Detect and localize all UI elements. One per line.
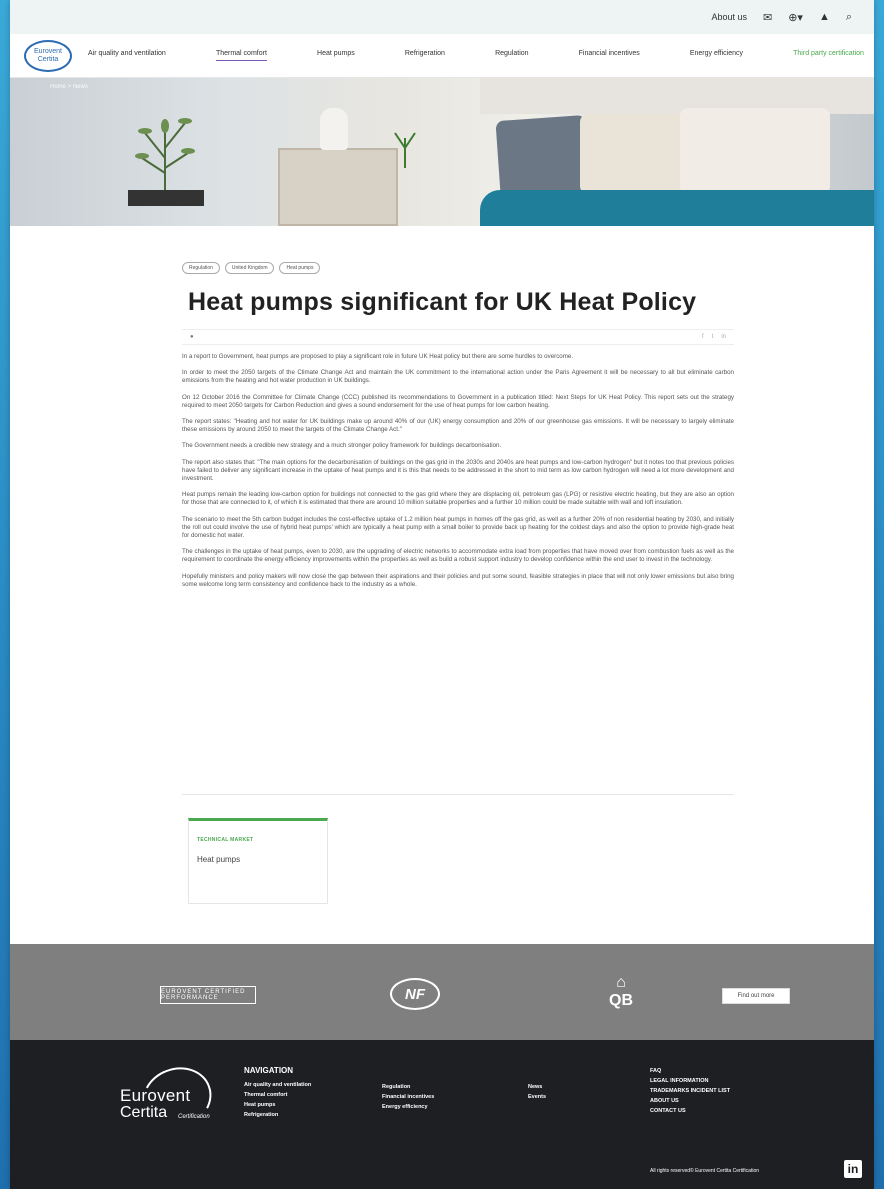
hero-nightstand (278, 148, 398, 226)
nav-item-air-quality[interactable]: Air quality and ventilation (88, 50, 166, 61)
footer-nav-col-3: News Events (528, 1082, 546, 1102)
article-paragraph: In order to meet the 2050 targets of the… (182, 369, 734, 385)
hero-banner: Home > News (10, 78, 874, 226)
main-nav: Eurovent Certita Air quality and ventila… (10, 34, 874, 78)
nav-item-thermal-comfort[interactable]: Thermal comfort (215, 50, 267, 61)
copyright-text: All rights reserved© Eurovent Certita Ce… (650, 1168, 760, 1174)
footer-link[interactable]: TRADEMARKS INCIDENT LIST (650, 1086, 730, 1096)
nav-item-regulation[interactable]: Regulation (495, 50, 528, 61)
nav-item-financial-incentives[interactable]: Financial incentives (579, 50, 640, 61)
footer-link[interactable]: Thermal comfort (244, 1090, 311, 1100)
hero-plant (135, 118, 195, 198)
about-us-link[interactable]: About us (711, 12, 747, 22)
share-icons: f t in (702, 334, 726, 340)
qb-logo: ⌂ QB (606, 974, 636, 1010)
utility-bar: About us ✉ ⊕▾ ▲ ⌕ (10, 0, 874, 34)
footer-link[interactable]: Energy efficiency (382, 1102, 434, 1112)
tag-list: Regulation United Kingdom Heat pumps (182, 262, 734, 274)
article-paragraph: The report states: "Heating and hot wate… (182, 418, 734, 434)
article-paragraph: In a report to Government, heat pumps ar… (182, 353, 574, 360)
linkedin-icon[interactable]: in (844, 1160, 862, 1178)
eurovent-certified-logo: EUROVENT CERTIFIED PERFORMANCE (160, 986, 256, 1004)
linkedin-share-icon[interactable]: in (721, 334, 726, 340)
certification-logos: EUROVENT CERTIFIED PERFORMANCE NF ⌂ QB F… (10, 944, 874, 1040)
nav-item-refrigeration[interactable]: Refrigeration (405, 50, 445, 61)
article-paragraph: On 12 October 2016 the Committee for Cli… (182, 393, 734, 409)
user-icon[interactable]: ▲ (819, 11, 830, 23)
find-out-more-button[interactable]: Find out more (722, 988, 790, 1004)
tag-united-kingdom[interactable]: United Kingdom (224, 262, 275, 274)
article-paragraph: Heat pumps remain the leading low-carbon… (182, 491, 734, 507)
footer-link[interactable]: Heat pumps (244, 1100, 311, 1110)
footer-logo-tag: Certification (178, 1114, 210, 1120)
mail-icon[interactable]: ✉ (763, 11, 772, 24)
technical-market-card[interactable]: TECHNICAL MARKET Heat pumps (188, 818, 328, 904)
article-date: ● (190, 334, 194, 340)
footer-link[interactable]: Air quality and ventilation (244, 1080, 311, 1090)
footer-nav-col-1: NAVIGATION Air quality and ventilation T… (244, 1066, 311, 1120)
footer-link[interactable]: Financial incentives (382, 1092, 434, 1102)
divider (182, 794, 734, 795)
nav-item-third-party-certification[interactable]: Third party certification (793, 50, 864, 61)
footer-logo-word-2: Certita (120, 1104, 168, 1121)
article-paragraph: The report also states that: "The main o… (182, 458, 734, 483)
article-paragraph: The Government needs a credible new stra… (182, 442, 502, 450)
card-heading: TECHNICAL MARKET (197, 837, 254, 843)
footer: Eurovent Certita Certification NAVIGATIO… (10, 1040, 874, 1189)
footer-nav-heading: NAVIGATION (244, 1066, 294, 1075)
hero-pillow (580, 114, 690, 194)
twitter-icon[interactable]: t (712, 334, 714, 340)
hero-pot (128, 190, 204, 206)
article-paragraph: Hopefully ministers and policy makers wi… (182, 572, 734, 588)
facebook-icon[interactable]: f (702, 334, 704, 340)
tag-heat-pumps[interactable]: Heat pumps (279, 262, 321, 274)
logo-word-2: Certita (37, 55, 59, 63)
article-paragraph: The challenges in the uptake of heat pum… (182, 548, 734, 564)
page: About us ✉ ⊕▾ ▲ ⌕ Eurovent Certita Air q… (10, 0, 874, 1189)
page-title: Heat pumps significant for UK Heat Polic… (188, 288, 697, 316)
tag-regulation[interactable]: Regulation (182, 262, 220, 274)
house-icon: ⌂ (616, 974, 626, 991)
qb-label: QB (609, 992, 633, 1009)
site-logo[interactable]: Eurovent Certita (24, 39, 72, 72)
footer-nav-col-2: Regulation Financial incentives Energy e… (382, 1082, 434, 1112)
nf-logo: NF (390, 978, 440, 1010)
footer-logo[interactable]: Eurovent Certita Certification (114, 1057, 221, 1139)
footer-logo-word-1: Eurovent (120, 1086, 191, 1105)
hero-plant (394, 132, 416, 168)
globe-icon[interactable]: ⊕▾ (788, 11, 803, 24)
footer-link[interactable]: FAQ (650, 1066, 730, 1076)
footer-link[interactable]: ABOUT US (650, 1096, 730, 1106)
hero-bed (480, 190, 874, 226)
search-icon[interactable]: ⌕ (846, 11, 852, 24)
nav-items: Air quality and ventilation Thermal comf… (88, 50, 874, 61)
article: Regulation United Kingdom Heat pumps Hea… (182, 262, 734, 589)
footer-link[interactable]: Events (528, 1092, 546, 1102)
hero-pillow (680, 108, 830, 194)
nav-item-heat-pumps[interactable]: Heat pumps (317, 50, 355, 61)
card-value[interactable]: Heat pumps (197, 855, 319, 864)
logo-word-1: Eurovent (33, 47, 63, 55)
footer-link[interactable]: CONTACT US (650, 1106, 730, 1116)
article-paragraph: The scenario to meet the 5th carbon budg… (182, 515, 734, 540)
nav-item-energy-efficiency[interactable]: Energy efficiency (690, 50, 743, 61)
article-meta: ● f t in (182, 329, 734, 345)
footer-link[interactable]: News (528, 1082, 546, 1092)
footer-link[interactable]: Regulation (382, 1082, 434, 1092)
footer-nav-col-4: FAQ LEGAL INFORMATION TRADEMARKS INCIDEN… (650, 1066, 730, 1116)
breadcrumb[interactable]: Home > News (50, 84, 88, 90)
hero-pillow (495, 114, 591, 198)
hero-vase (320, 108, 348, 150)
footer-link[interactable]: Refrigeration (244, 1110, 311, 1120)
footer-link[interactable]: LEGAL INFORMATION (650, 1076, 730, 1086)
